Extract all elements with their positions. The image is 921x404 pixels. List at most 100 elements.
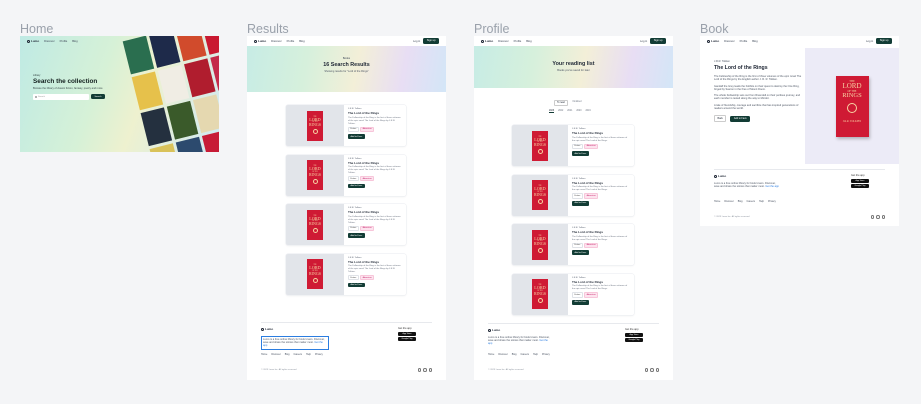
- search-button[interactable]: Search: [91, 94, 105, 100]
- footer-link-discover[interactable]: Discover: [498, 353, 507, 356]
- nav-link-profile[interactable]: Profile: [514, 40, 522, 43]
- signup-button[interactable]: Sign up: [650, 38, 666, 44]
- brand-logo[interactable]: Lumo: [254, 39, 266, 43]
- book-card[interactable]: THE LORD OF THE RINGS J.R.R. Tolkien The Lord…: [286, 105, 406, 146]
- footer-link-home[interactable]: Home: [488, 353, 494, 356]
- footer-link-careers[interactable]: Careers: [294, 353, 303, 356]
- nav-link-blog[interactable]: Blog: [752, 40, 757, 43]
- instagram-icon[interactable]: [655, 368, 659, 372]
- tag[interactable]: Fiction: [348, 225, 359, 231]
- toggle-finished[interactable]: Finished: [571, 100, 584, 106]
- book-card[interactable]: THE LORD OF THE RINGS J.R.R. Tolkien The Lord…: [512, 125, 634, 166]
- footer-link-privacy[interactable]: Privacy: [542, 353, 550, 356]
- tag[interactable]: Adventure: [360, 126, 375, 132]
- brand-logo[interactable]: Lumo: [707, 39, 719, 43]
- nav-link-profile[interactable]: Profile: [740, 40, 748, 43]
- filter-2022[interactable]: 2022: [558, 110, 563, 113]
- app-store-badge[interactable]: App Store: [851, 178, 869, 183]
- book-card[interactable]: THE LORD OF THE RINGS J.R.R. Tolkien The Lord…: [512, 273, 634, 315]
- google-play-badge[interactable]: Google Play: [398, 337, 416, 342]
- footer-link-home[interactable]: Home: [714, 200, 720, 203]
- instagram-icon[interactable]: [428, 368, 432, 372]
- twitter-icon[interactable]: [644, 368, 648, 372]
- google-play-badge[interactable]: Google Play: [625, 338, 643, 343]
- toggle-to-read[interactable]: To read: [554, 100, 568, 106]
- add-to-favs-button[interactable]: Add to Favs: [572, 151, 589, 157]
- login-button[interactable]: Log in: [866, 40, 873, 43]
- footer-link-privacy[interactable]: Privacy: [315, 353, 323, 356]
- footer-link-blog[interactable]: Blog: [738, 200, 743, 203]
- search-input[interactable]: Search: [33, 93, 89, 100]
- add-to-favs-button[interactable]: Add to Favs: [348, 134, 365, 139]
- footer-link-help[interactable]: Help: [533, 353, 538, 356]
- add-to-favs-button[interactable]: Add to Favs: [348, 282, 365, 288]
- nav-link-discover[interactable]: Discover: [271, 40, 281, 43]
- tag[interactable]: Adventure: [360, 275, 375, 281]
- add-to-favs-button[interactable]: Add to Favs: [348, 183, 365, 189]
- footer-link-careers[interactable]: Careers: [747, 200, 756, 203]
- filter-2023[interactable]: 2023: [549, 110, 555, 113]
- nav-link-blog[interactable]: Blog: [72, 40, 77, 43]
- facebook-icon[interactable]: [650, 368, 654, 372]
- nav-link-profile[interactable]: Profile: [287, 40, 295, 43]
- tag[interactable]: Adventure: [584, 292, 599, 298]
- add-to-favs-button[interactable]: Add to Favs: [572, 200, 589, 206]
- app-store-badge[interactable]: App Store: [398, 331, 416, 336]
- back-button[interactable]: Back: [714, 115, 727, 123]
- tag[interactable]: Fiction: [572, 242, 583, 249]
- footer-link-careers[interactable]: Careers: [521, 353, 530, 356]
- login-button[interactable]: Log in: [413, 40, 420, 43]
- add-to-favs-button[interactable]: Add to Favs: [730, 116, 751, 122]
- footer-link-privacy[interactable]: Privacy: [768, 200, 776, 203]
- tag[interactable]: Adventure: [584, 143, 599, 150]
- tag[interactable]: Fiction: [348, 126, 359, 132]
- tag[interactable]: Fiction: [348, 176, 359, 182]
- tag[interactable]: Adventure: [360, 176, 375, 182]
- footer-link-discover[interactable]: Discover: [271, 353, 280, 356]
- book-card[interactable]: THE LORD OF THE RINGS J.R.R. Tolkien The Lord…: [512, 224, 634, 265]
- book-card[interactable]: THE LORD OF THE RINGS J.R.R. Tolkien The Lord…: [512, 174, 634, 216]
- tag[interactable]: Fiction: [572, 143, 583, 150]
- footer-link-help[interactable]: Help: [759, 200, 764, 203]
- signup-button[interactable]: Sign up: [876, 38, 892, 44]
- nav-link-blog[interactable]: Blog: [299, 40, 304, 43]
- footer-link-help[interactable]: Help: [306, 353, 311, 356]
- book-card[interactable]: THE LORD OF THE RINGS J.R.R. Tolkien The Lord…: [286, 204, 406, 245]
- add-to-favs-button[interactable]: Add to Favs: [348, 233, 365, 238]
- signup-button[interactable]: Sign up: [423, 38, 439, 44]
- nav-link-discover[interactable]: Discover: [724, 40, 734, 43]
- instagram-icon[interactable]: [881, 215, 885, 219]
- add-to-favs-button[interactable]: Add to Favs: [572, 250, 589, 256]
- google-play-badge[interactable]: Google Play: [851, 184, 869, 189]
- login-button[interactable]: Log in: [640, 40, 647, 43]
- nav-link-profile[interactable]: Profile: [60, 40, 68, 43]
- footer-link-discover[interactable]: Discover: [724, 200, 733, 203]
- tag[interactable]: Adventure: [584, 242, 599, 249]
- nav-link-discover[interactable]: Discover: [498, 40, 508, 43]
- tag[interactable]: Adventure: [584, 193, 599, 199]
- twitter-icon[interactable]: [870, 215, 874, 219]
- tag[interactable]: Fiction: [572, 193, 583, 199]
- nav-link-blog[interactable]: Blog: [526, 40, 531, 43]
- app-store-badge[interactable]: App Store: [625, 332, 643, 337]
- tag[interactable]: Adventure: [360, 225, 375, 231]
- book-card[interactable]: THE LORD OF THE RINGS J.R.R. Tolkien The Lord…: [286, 253, 406, 295]
- filter-2019[interactable]: 2019: [586, 110, 591, 113]
- brand-logo[interactable]: Lumo: [27, 39, 39, 43]
- facebook-icon[interactable]: [423, 368, 427, 372]
- book-card[interactable]: THE LORD OF THE RINGS J.R.R. Tolkien The Lord…: [286, 154, 406, 196]
- nav-link-discover[interactable]: Discover: [44, 40, 54, 43]
- footer-link[interactable]: Get the app: [765, 185, 779, 188]
- twitter-icon[interactable]: [417, 368, 421, 372]
- add-to-favs-button[interactable]: Add to Favs: [572, 299, 589, 305]
- footer-link-home[interactable]: Home: [261, 353, 267, 356]
- brand-logo[interactable]: Lumo: [481, 39, 493, 43]
- footer-link-blog[interactable]: Blog: [512, 353, 517, 356]
- filter-2020[interactable]: 2020: [576, 110, 581, 113]
- footer-link-blog[interactable]: Blog: [285, 353, 290, 356]
- filter-2021[interactable]: 2021: [567, 110, 572, 113]
- tag[interactable]: Fiction: [572, 292, 583, 298]
- tag[interactable]: Fiction: [348, 275, 359, 281]
- facebook-icon[interactable]: [876, 215, 880, 219]
- book-cover-panel: THE LORD OF THE RINGS J.R.R. TOLKIEN: [805, 48, 899, 164]
